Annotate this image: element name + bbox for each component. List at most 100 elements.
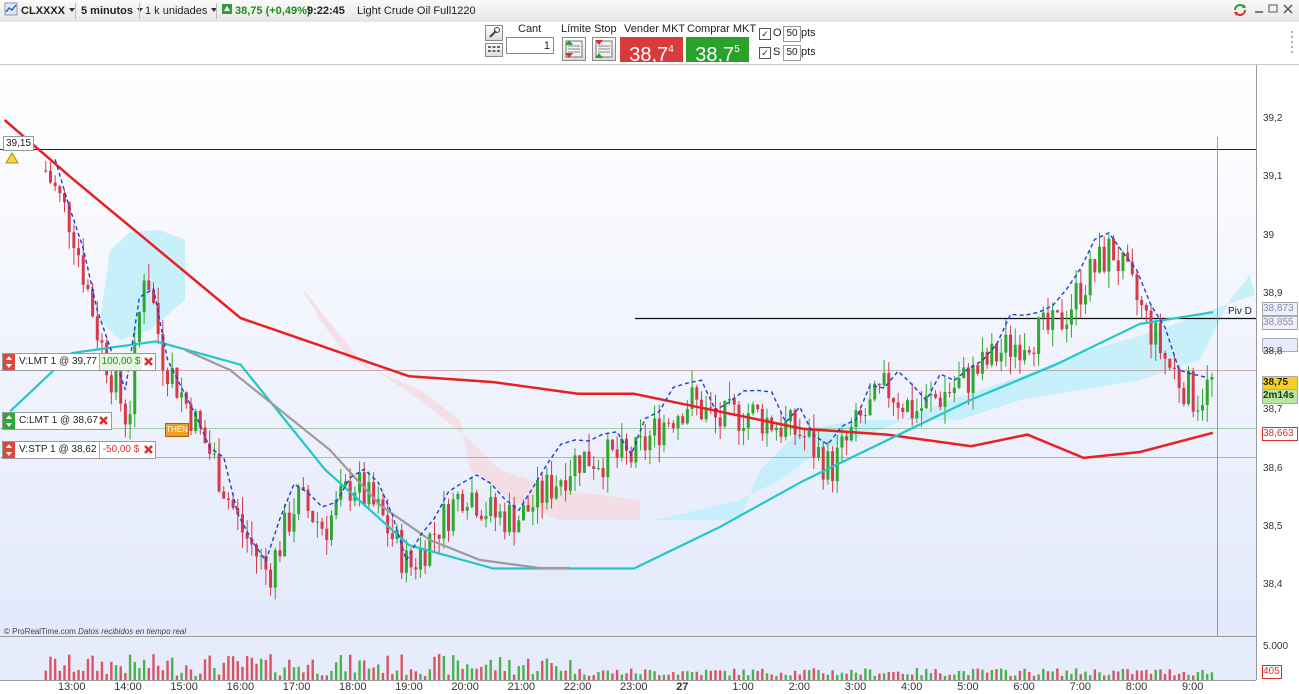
s-checkbox[interactable]: ✓: [759, 47, 771, 59]
candle-body: [1032, 352, 1036, 355]
volume-bar: [667, 674, 670, 680]
volume-bar: [1196, 671, 1200, 680]
candle-body: [615, 449, 619, 458]
drag-handle-icon[interactable]: [3, 442, 15, 458]
volume-bar: [948, 674, 951, 680]
maximize-icon[interactable]: [1268, 2, 1280, 20]
volume-bar: [644, 669, 647, 680]
panel-resize-handle[interactable]: [1290, 26, 1295, 60]
x-axis-label: 13:00: [58, 681, 86, 693]
volume-bar: [555, 666, 558, 680]
buy-market-button[interactable]: 38,75: [686, 37, 749, 66]
volume-bar: [559, 670, 563, 680]
candle-body: [1177, 368, 1181, 388]
sync-icon[interactable]: [1232, 2, 1248, 20]
alert-bell-icon[interactable]: [5, 152, 19, 167]
candle-body: [737, 404, 741, 431]
candle-body: [1093, 259, 1097, 273]
cancel-order-icon[interactable]: [98, 414, 109, 433]
limit-order-button[interactable]: [562, 37, 586, 61]
candle-body: [568, 476, 572, 491]
candle-body: [503, 511, 507, 533]
volume-bar: [77, 669, 80, 680]
candle-body: [559, 480, 563, 487]
x-axis-label: 7:00: [1069, 681, 1092, 693]
candle-body: [339, 485, 343, 500]
volume-bar: [522, 665, 525, 680]
candle-body: [849, 426, 853, 441]
stop-order-button[interactable]: [592, 37, 616, 61]
candle-body: [1074, 282, 1078, 310]
volume-bar: [1028, 671, 1031, 680]
s-pts-input[interactable]: 50: [783, 45, 801, 61]
o-pts-input[interactable]: 50: [783, 26, 801, 42]
price-chart[interactable]: [0, 65, 1299, 694]
candle-body: [901, 407, 905, 412]
qty-input[interactable]: 1: [506, 37, 554, 54]
candle-body: [404, 550, 408, 573]
close-icon[interactable]: [1283, 2, 1295, 20]
volume-bar: [517, 666, 520, 680]
units-selector[interactable]: 1 k unidades: [145, 2, 218, 20]
candle-body: [1154, 322, 1158, 345]
order-tag-buy-limit[interactable]: C:LMT 1 @ 38,67: [2, 412, 112, 430]
volume-bar: [1121, 668, 1125, 680]
volume-bar: [269, 654, 272, 680]
volume-bar: [358, 660, 361, 680]
symbol-selector[interactable]: CLXXXX: [21, 2, 76, 20]
volume-bar: [550, 663, 553, 680]
cancel-order-icon[interactable]: [143, 443, 154, 462]
candle-body: [1055, 310, 1059, 313]
candle-body: [1187, 371, 1191, 405]
volume-bar: [653, 671, 656, 680]
volume-bar: [470, 668, 474, 680]
volume-bar: [939, 673, 942, 680]
sell-market-button[interactable]: 38,74: [620, 37, 683, 66]
candle-body: [681, 416, 685, 424]
volume-bar: [288, 659, 291, 680]
order-tag-sell-stop[interactable]: V:STP 1 @ 38,62 -50,00 $: [2, 441, 156, 459]
candle-body: [540, 480, 544, 503]
candle-body: [208, 443, 212, 455]
y-axis-label: 39,2: [1263, 113, 1283, 124]
volume-bar: [1074, 668, 1078, 680]
candle-body: [423, 548, 427, 566]
drag-handle-icon[interactable]: [3, 413, 15, 429]
then-marker[interactable]: THEN: [165, 423, 189, 437]
volume-bar: [1140, 670, 1143, 680]
candle-body: [746, 413, 750, 428]
volume-bar: [320, 675, 324, 680]
volume-bar: [325, 675, 328, 680]
volume-bar: [765, 673, 769, 680]
volume-bar: [199, 673, 202, 680]
candle-body: [1023, 349, 1027, 361]
timeframe-selector[interactable]: 5 minutos: [81, 2, 143, 20]
volume-bar: [456, 660, 460, 680]
volume-bar: [793, 670, 797, 680]
volume-bar: [1103, 675, 1106, 680]
candle-body: [695, 387, 699, 400]
drag-handle-icon[interactable]: [3, 354, 15, 370]
volume-bar: [189, 669, 193, 680]
candle-body: [1168, 358, 1172, 368]
candle-body: [1163, 353, 1167, 359]
candle-body: [507, 504, 511, 533]
settings-wrench-icon[interactable]: [485, 25, 503, 41]
volume-bar: [789, 675, 792, 680]
keypad-icon[interactable]: [485, 43, 503, 57]
candle-body: [779, 427, 783, 437]
o-checkbox[interactable]: ✓: [759, 28, 771, 40]
order-tag-sell-limit[interactable]: V:LMT 1 @ 39,77 100,00 $: [2, 353, 156, 371]
candle-body: [582, 451, 586, 473]
volume-bar: [934, 669, 937, 680]
volume-bar: [53, 658, 57, 680]
volume-bar: [86, 658, 90, 680]
volume-bar: [672, 672, 675, 680]
toolbar-divider: [139, 3, 140, 19]
pivot-price-tag-2: 38,855: [1262, 316, 1298, 330]
volume-bar: [498, 656, 502, 680]
volume-bar: [119, 666, 122, 680]
cancel-order-icon[interactable]: [143, 355, 154, 374]
volume-bar: [1042, 668, 1045, 680]
minimize-icon[interactable]: [1254, 2, 1266, 20]
